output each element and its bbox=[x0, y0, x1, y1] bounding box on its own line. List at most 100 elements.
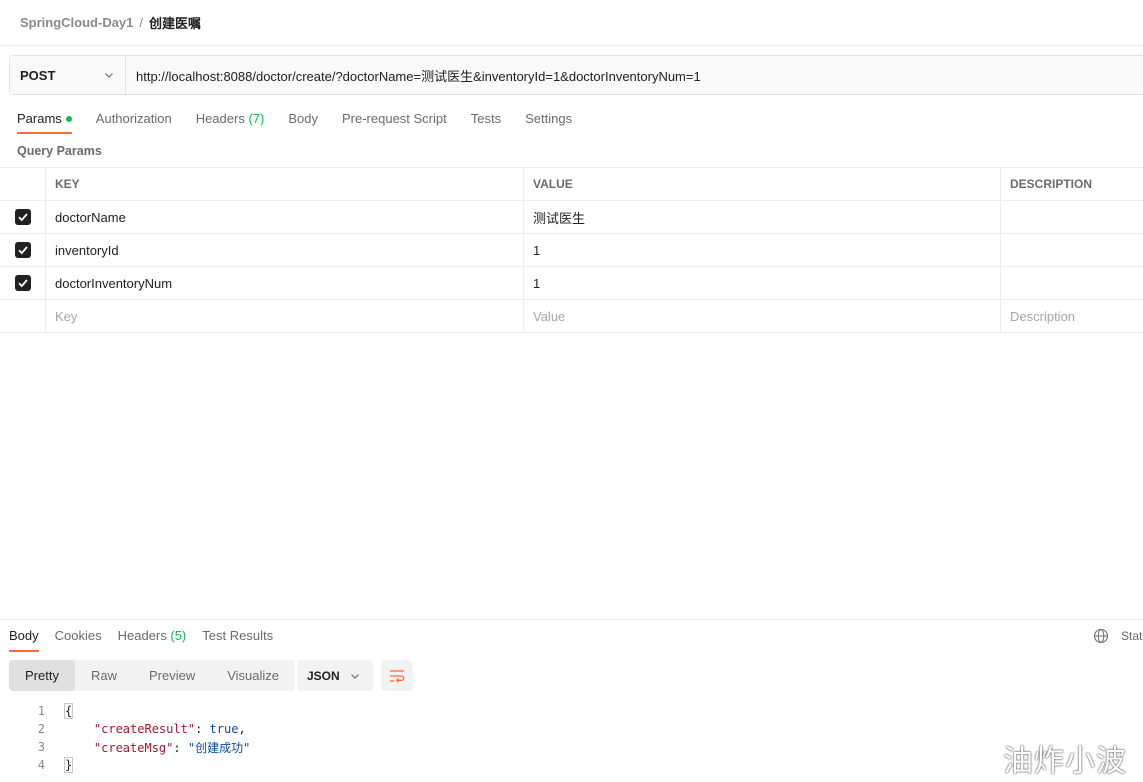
line-number: 1 bbox=[37, 704, 45, 718]
url-input[interactable]: http://localhost:8088/doctor/create/?doc… bbox=[126, 56, 1143, 94]
url-bar: POST http://localhost:8088/doctor/create… bbox=[9, 55, 1143, 95]
param-checkbox-cell bbox=[0, 201, 46, 233]
json-value: "创建成功" bbox=[187, 740, 251, 755]
json-key: "createResult" bbox=[93, 722, 196, 736]
tab-pre-request-script[interactable]: Pre-request Script bbox=[342, 104, 447, 134]
params-active-dot bbox=[65, 115, 72, 122]
response-tab-cookies[interactable]: Cookies bbox=[55, 622, 102, 652]
tab-tests[interactable]: Tests bbox=[471, 104, 501, 134]
new-param-description-input[interactable]: Description bbox=[1001, 300, 1143, 332]
format-label: JSON bbox=[307, 668, 340, 683]
code-text: "createResult": true, bbox=[93, 722, 246, 736]
column-header-key: KEY bbox=[46, 168, 524, 200]
param-checkbox-cell bbox=[0, 267, 46, 299]
code-text: { bbox=[45, 703, 74, 719]
param-key-input[interactable]: doctorInventoryNum bbox=[46, 267, 524, 299]
view-visualize-button[interactable]: Visualize bbox=[211, 660, 295, 691]
table-row: inventoryId 1 bbox=[0, 234, 1143, 267]
code-line: 1 { bbox=[0, 702, 900, 720]
new-param-key-input[interactable]: Key bbox=[46, 300, 524, 332]
tab-settings[interactable]: Settings bbox=[525, 104, 572, 134]
param-value-input[interactable]: 1 bbox=[524, 234, 1001, 266]
response-body-viewer[interactable]: 1 { 2 "createResult": true, 3 "createMsg… bbox=[0, 702, 900, 774]
breadcrumb-request-name[interactable]: 创建医嘱 bbox=[149, 13, 201, 32]
view-preview-button[interactable]: Preview bbox=[133, 660, 211, 691]
param-key-input[interactable]: doctorName bbox=[46, 201, 524, 233]
tab-tests-label: Tests bbox=[470, 111, 502, 126]
response-tab-headers-count: (5) bbox=[170, 628, 187, 643]
watermark: 油炸小波 bbox=[1003, 744, 1127, 779]
code-line: 4 } bbox=[0, 756, 900, 774]
param-checkbox-cell bbox=[0, 234, 46, 266]
tab-pre-request-script-label: Pre-request Script bbox=[341, 111, 447, 126]
params-header-row: KEY VALUE DESCRIPTION bbox=[0, 168, 1143, 201]
tab-settings-label: Settings bbox=[525, 111, 573, 126]
response-tab-headers-label: Headers bbox=[117, 628, 167, 643]
column-header-value: VALUE bbox=[524, 168, 1001, 200]
code-text: "createMsg": "创建成功" bbox=[93, 740, 251, 755]
check-icon bbox=[17, 246, 28, 255]
param-value-input[interactable]: 1 bbox=[524, 267, 1001, 299]
breadcrumb-separator: / bbox=[139, 15, 144, 30]
json-open-brace: { bbox=[63, 703, 74, 719]
code-text: } bbox=[45, 757, 74, 773]
param-description-input[interactable] bbox=[1001, 234, 1143, 266]
table-row: doctorName 测试医生 bbox=[0, 201, 1143, 234]
tab-params-label: Params bbox=[17, 111, 62, 126]
response-tab-body[interactable]: Body bbox=[9, 622, 39, 652]
tab-headers[interactable]: Headers (7) bbox=[196, 104, 265, 134]
status-label: Statu bbox=[1121, 629, 1143, 643]
check-icon bbox=[17, 213, 28, 222]
code-line: 3 "createMsg": "创建成功" bbox=[0, 738, 900, 756]
request-tabs: Params Authorization Headers (7) Body Pr… bbox=[17, 104, 596, 134]
code-line: 2 "createResult": true, bbox=[0, 720, 900, 738]
param-description-input[interactable] bbox=[1001, 201, 1143, 233]
response-tab-headers[interactable]: Headers (5) bbox=[118, 622, 187, 652]
line-number: 2 bbox=[37, 722, 45, 736]
response-tabs: Body Cookies Headers (5) Test Results bbox=[9, 622, 289, 652]
check-icon bbox=[17, 279, 28, 288]
tab-params[interactable]: Params bbox=[17, 104, 72, 134]
line-number: 4 bbox=[37, 758, 45, 772]
tab-authorization[interactable]: Authorization bbox=[96, 104, 172, 134]
response-tab-body-label: Body bbox=[9, 628, 39, 643]
param-checkbox[interactable] bbox=[14, 209, 31, 225]
params-table: KEY VALUE DESCRIPTION doctorName 测试医生 in… bbox=[0, 167, 1143, 333]
format-select[interactable]: JSON bbox=[297, 660, 373, 691]
tab-authorization-label: Authorization bbox=[95, 111, 172, 126]
view-mode-group: Pretty Raw Preview Visualize bbox=[9, 660, 296, 691]
globe-icon[interactable] bbox=[1093, 628, 1109, 644]
param-value-input[interactable]: 测试医生 bbox=[524, 201, 1001, 233]
method-select[interactable]: POST bbox=[10, 56, 126, 94]
new-param-value-input[interactable]: Value bbox=[524, 300, 1001, 332]
json-value: true bbox=[209, 722, 239, 736]
response-tab-cookies-label: Cookies bbox=[54, 628, 102, 643]
param-checkbox[interactable] bbox=[14, 275, 31, 291]
line-number: 3 bbox=[37, 740, 45, 754]
breadcrumb-collection[interactable]: SpringCloud-Day1 bbox=[20, 15, 133, 30]
wrap-lines-button[interactable] bbox=[381, 660, 413, 691]
tab-body[interactable]: Body bbox=[288, 104, 318, 134]
response-tab-test-results-label: Test Results bbox=[202, 628, 274, 643]
response-tab-test-results[interactable]: Test Results bbox=[202, 622, 273, 652]
param-checkbox[interactable] bbox=[14, 242, 31, 258]
response-pane-divider[interactable] bbox=[0, 619, 1143, 620]
param-key-input[interactable]: inventoryId bbox=[46, 234, 524, 266]
header-check-cell bbox=[0, 168, 46, 200]
view-pretty-button[interactable]: Pretty bbox=[9, 660, 75, 691]
method-label: POST bbox=[20, 67, 56, 83]
tab-headers-count: (7) bbox=[248, 111, 265, 126]
new-param-row: Key Value Description bbox=[0, 300, 1143, 333]
tab-body-label: Body bbox=[288, 111, 318, 126]
json-key: "createMsg" bbox=[93, 740, 174, 755]
json-close-brace: } bbox=[63, 757, 74, 773]
new-param-check-cell bbox=[0, 300, 46, 332]
column-header-description: DESCRIPTION bbox=[1010, 177, 1093, 191]
query-params-title: Query Params bbox=[17, 144, 102, 158]
view-raw-button[interactable]: Raw bbox=[75, 660, 133, 691]
table-row: doctorInventoryNum 1 bbox=[0, 267, 1143, 300]
chevron-down-icon bbox=[351, 673, 359, 679]
chevron-down-icon bbox=[105, 73, 113, 78]
param-description-input[interactable] bbox=[1001, 267, 1143, 299]
tab-headers-label: Headers bbox=[195, 111, 245, 126]
